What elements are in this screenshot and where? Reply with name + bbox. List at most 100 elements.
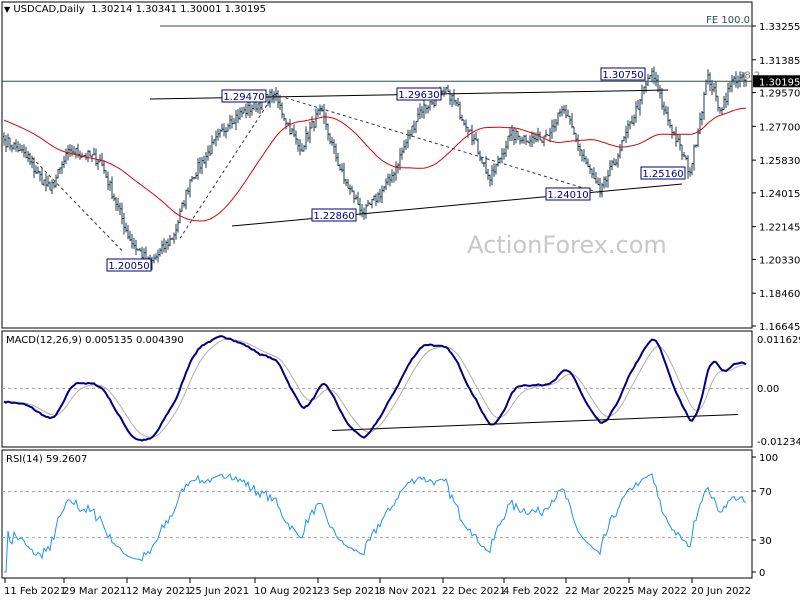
ohlc-bar: [667, 106, 669, 126]
ohlc-bar: [37, 166, 39, 174]
ohlc-bar: [187, 187, 189, 195]
ohlc-bar: [375, 193, 377, 207]
rsi-axis-label: 30: [759, 536, 772, 547]
price-label: 1.20050: [108, 261, 149, 272]
ohlc-bar: [463, 119, 465, 126]
price-tick-label: 1.22145: [759, 223, 800, 234]
ohlc-bar: [337, 153, 339, 167]
ohlc-bar: [89, 150, 91, 157]
price-tick-label: 1.25830: [759, 156, 800, 167]
ohlc-bar: [631, 115, 633, 125]
ohlc-bar: [331, 136, 333, 146]
ohlc-bar: [723, 96, 725, 111]
ohlc-bar: [139, 248, 141, 252]
ohlc-bar: [183, 199, 185, 208]
ohlc-bar: [561, 105, 563, 117]
ohlc-bar: [279, 95, 281, 110]
ohlc-bar: [567, 109, 569, 117]
chart-window: ActionForex.com FE 100.0 38.2 1.20050 1.294…: [0, 0, 800, 600]
ohlc-bar: [421, 106, 423, 119]
ohlc-bar: [619, 143, 621, 159]
ohlc-bar: [405, 139, 407, 150]
ohlc-bar: [25, 146, 27, 159]
ohlc-bar: [319, 104, 321, 116]
ohlc-bar: [357, 191, 359, 205]
ohlc-bar: [233, 118, 235, 124]
ohlc-bar: [171, 237, 173, 240]
ohlc-bar: [9, 137, 11, 151]
ohlc-bar: [515, 128, 517, 144]
ohlc-bar: [133, 237, 135, 250]
ohlc-bar: [399, 148, 401, 171]
ohlc-bar: [683, 151, 685, 158]
ohlc-bar: [433, 100, 435, 108]
ohlc-bar: [257, 103, 259, 114]
ohlc-bar: [527, 140, 529, 144]
ohlc-bar: [545, 129, 547, 138]
ohlc-bar: [627, 120, 629, 139]
ohlc-bar: [403, 140, 405, 154]
ohlc-bar: [479, 150, 481, 162]
macd-label: MACD(12,26,9) 0.005135 0.004390: [6, 335, 184, 346]
ohlc-bar: [205, 151, 207, 169]
ohlc-bar: [311, 116, 313, 129]
ohlc-bar: [495, 163, 497, 175]
ohlc-bar: [135, 239, 137, 256]
ohlc-bar: [655, 71, 657, 87]
ohlc-bar: [95, 148, 97, 166]
ohlc-bar: [215, 130, 217, 147]
ohlc-bar: [581, 149, 583, 162]
ohlc-bar: [239, 107, 241, 120]
ohlc-bar: [163, 238, 165, 253]
ohlc-bar: [165, 240, 167, 253]
date-tick-label: 22 Mar 2022: [565, 586, 628, 597]
ohlc-bar: [571, 112, 573, 129]
chart-canvas[interactable]: ActionForex.com FE 100.038.21.200501.294…: [0, 0, 800, 600]
ohlc-bar: [521, 136, 523, 144]
dropdown-triangle-icon[interactable]: ▼: [4, 5, 10, 14]
ohlc-bar: [407, 129, 409, 149]
ohlc-bar: [409, 129, 411, 140]
ohlc-bar: [369, 202, 371, 206]
ohlc-bar: [461, 114, 463, 122]
ohlc-bar: [185, 189, 187, 210]
wave-dashed-line: [27, 153, 125, 254]
ohlc-bar: [209, 144, 211, 157]
ohlc-bar: [713, 82, 715, 93]
ohlc-bar: [455, 99, 457, 107]
ohlc-bar: [689, 167, 691, 177]
ohlc-bar: [555, 118, 557, 132]
watermark: ActionForex.com: [467, 231, 667, 259]
ohlc-bar: [169, 234, 171, 247]
ohlc-bar: [283, 113, 285, 121]
ohlc-bar: [333, 139, 335, 154]
ohlc-bar: [5, 134, 7, 153]
ohlc-bar: [553, 119, 555, 133]
macd-panel: [1, 330, 753, 448]
ohlc-bar: [735, 71, 737, 88]
ohlc-bar: [393, 171, 395, 183]
ohlc-bar: [593, 167, 595, 180]
ohlc-bar: [529, 135, 531, 147]
ohlc-bar: [625, 125, 627, 144]
ohlc-bar: [65, 148, 67, 164]
ohlc-bar: [31, 155, 33, 169]
ohlc-bar: [705, 79, 707, 96]
ohlc-bar: [63, 155, 65, 169]
ohlc-bar: [157, 249, 159, 263]
ohlc-bar: [245, 103, 247, 119]
ohlc-bar: [87, 149, 89, 163]
ohlc-bar: [639, 98, 641, 116]
ohlc-bar: [275, 87, 277, 102]
ohlc-bar: [557, 112, 559, 126]
ohlc-bar: [175, 223, 177, 240]
ohlc-bar: [493, 163, 495, 177]
ohlc-bar: [547, 134, 549, 136]
ohlc-bar: [299, 139, 301, 156]
ohlc-bar: [355, 194, 357, 200]
ohlc-bar: [81, 152, 83, 159]
ohlc-bar: [727, 82, 729, 106]
ohlc-bar: [297, 138, 299, 152]
ohlc-bar: [427, 105, 429, 114]
date-tick-label: 25 Jun 2021: [189, 586, 249, 597]
